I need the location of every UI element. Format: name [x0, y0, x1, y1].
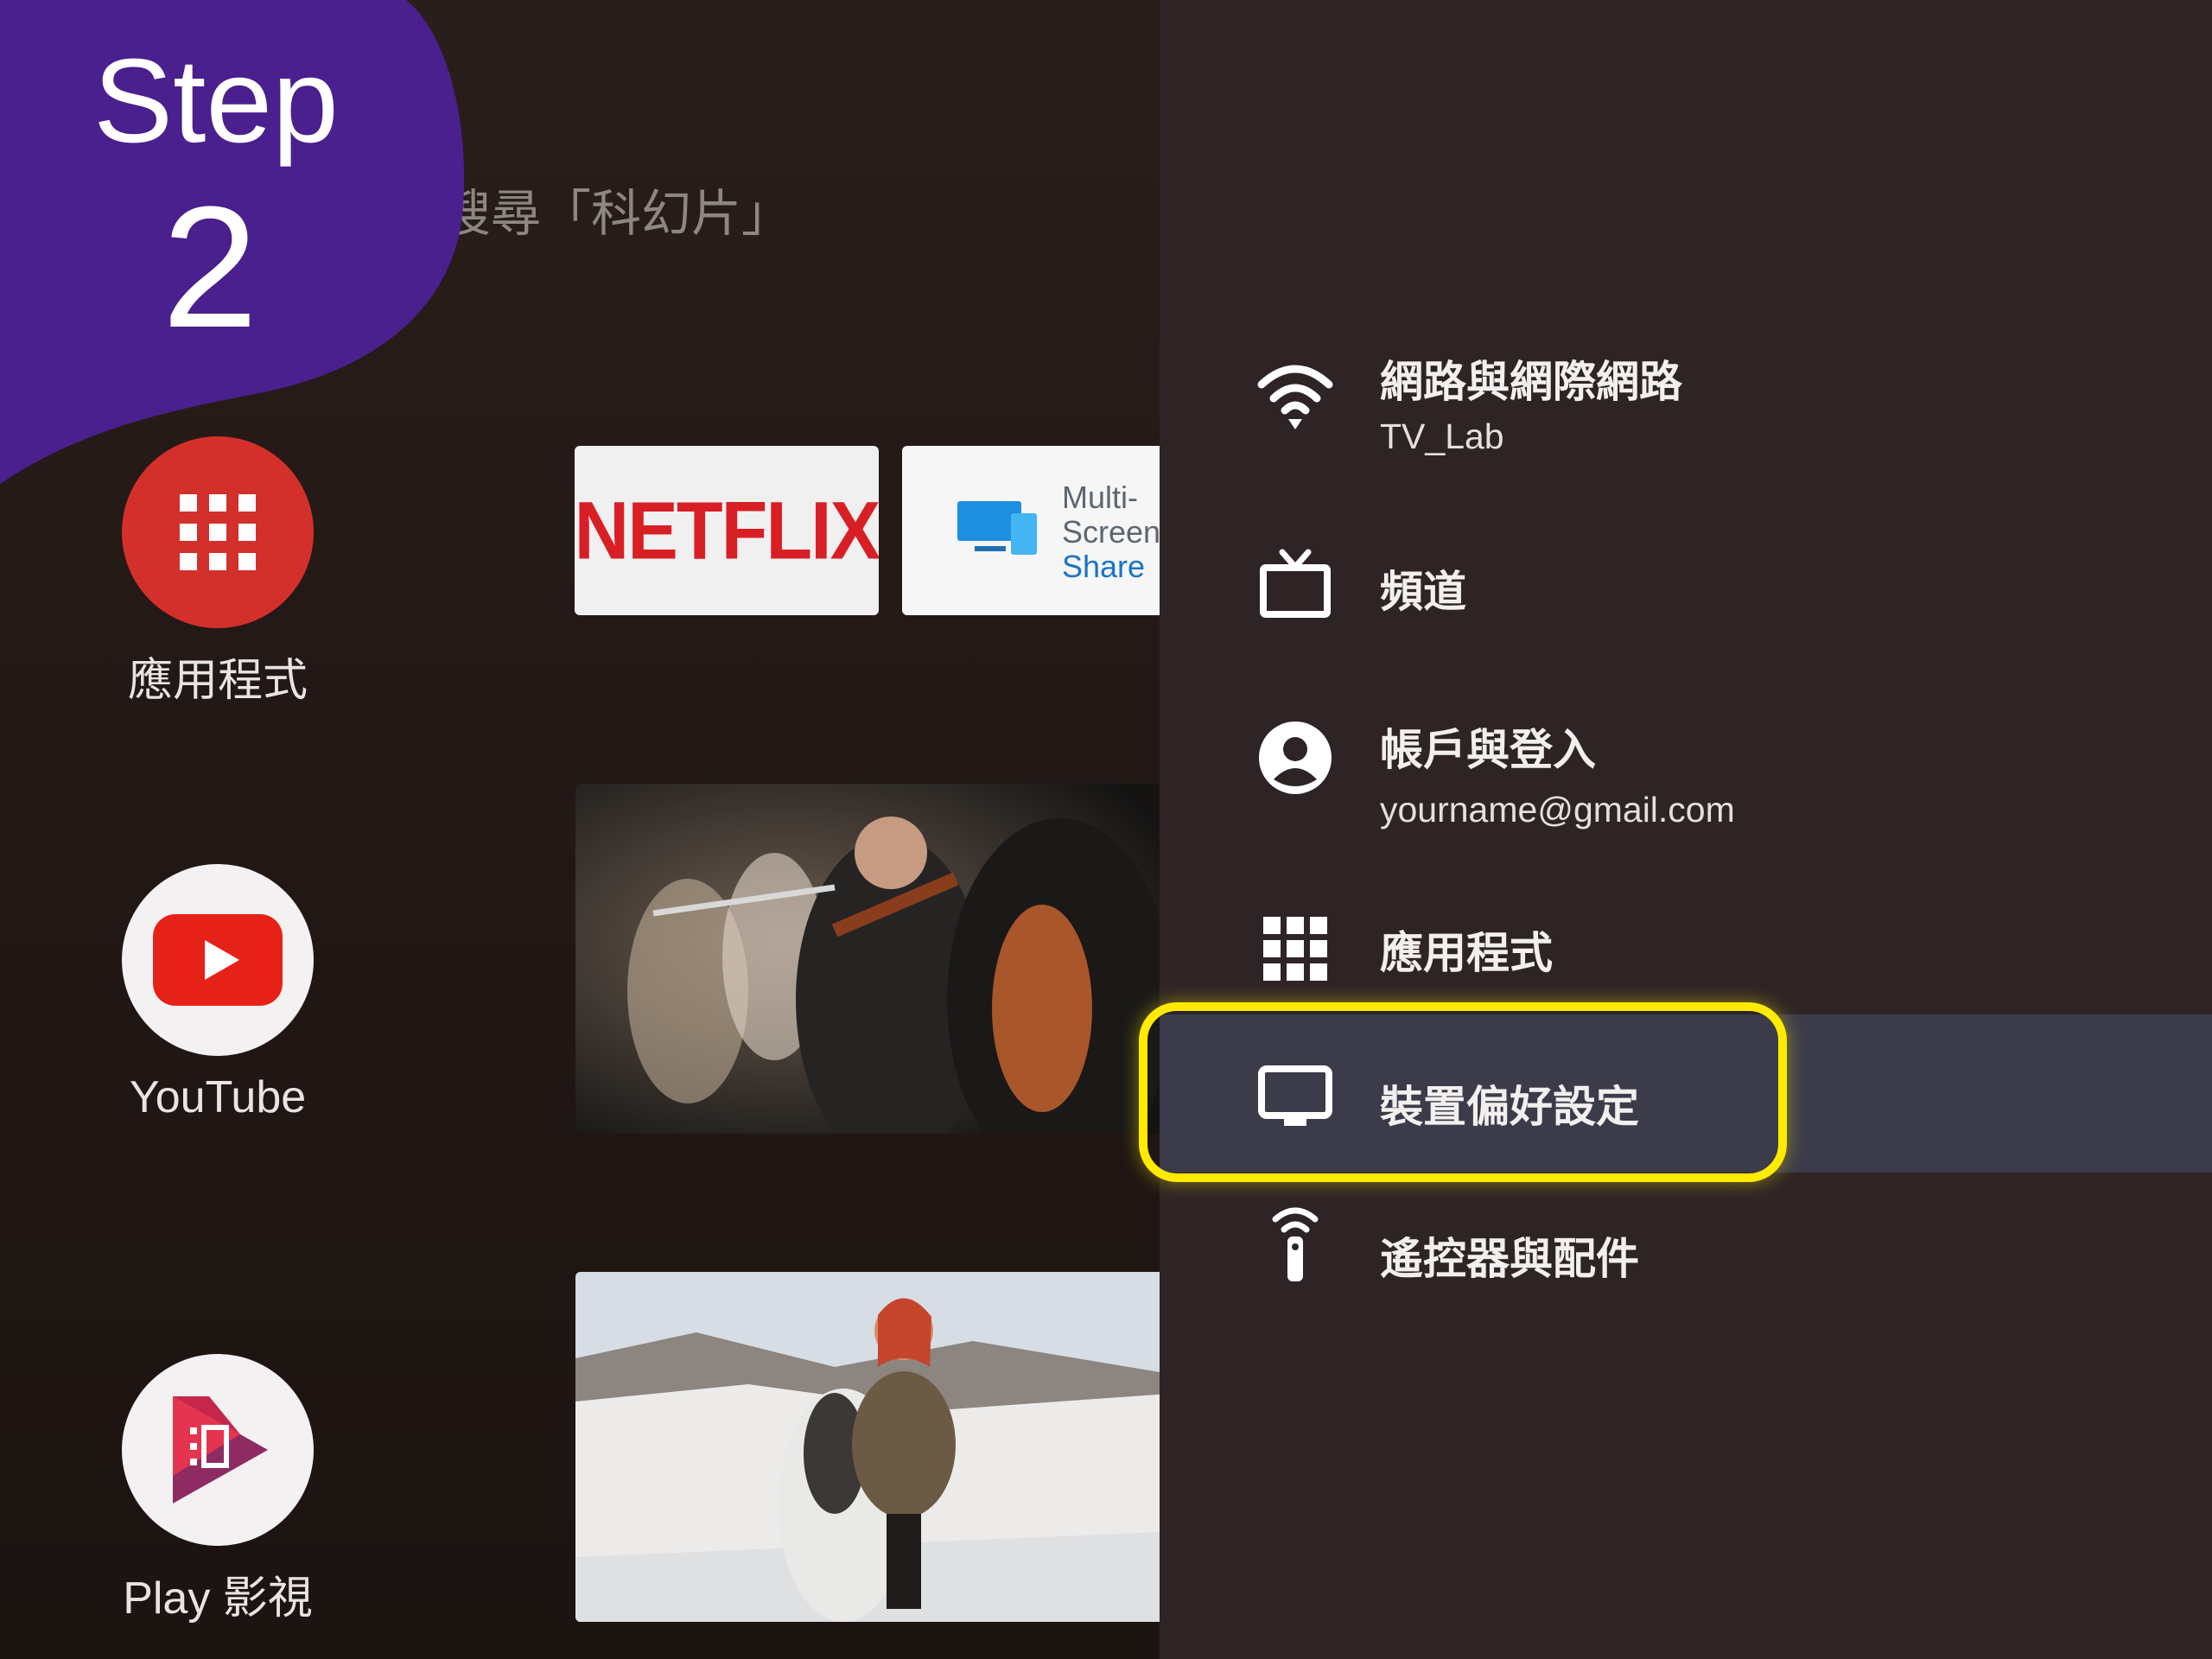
multi-screen-share-text: Multi- Screen Share — [1062, 480, 1160, 584]
settings-item-title: 應用程式 — [1380, 928, 1553, 978]
apps-grid-icon — [180, 494, 256, 570]
remote-icon — [1272, 1207, 1319, 1281]
play-movies-button[interactable]: Play 影視 — [118, 1354, 317, 1626]
orchestra-thumbnail[interactable] — [575, 784, 1160, 1134]
account-icon — [1259, 721, 1332, 794]
settings-item-channels[interactable]: 頻道 — [1160, 540, 2212, 635]
play-movies-circle — [122, 1354, 314, 1546]
screens-icon — [957, 501, 1037, 555]
mss-line-2: Screen — [1062, 514, 1160, 550]
play-movies-label: Play 影視 — [123, 1573, 313, 1624]
settings-item-title: 網路與網際網路 — [1380, 357, 1682, 407]
settings-item-title: 遙控器與配件 — [1380, 1234, 1639, 1284]
rider-thumbnail[interactable] — [575, 1272, 1160, 1622]
highlight-ring — [1139, 1002, 1787, 1182]
tv-icon — [1260, 549, 1331, 618]
settings-item-network[interactable]: 網路與網際網路 TV_Lab — [1160, 337, 2212, 475]
step-label: Step — [93, 35, 339, 168]
apps-label: 應用程式 — [127, 656, 308, 706]
search-hint[interactable]: 搜尋「科幻片」 — [441, 173, 791, 245]
rider-image — [575, 1272, 1160, 1622]
mss-line-1: Multi- — [1062, 480, 1138, 515]
youtube-icon — [153, 914, 283, 1006]
settings-item-apps[interactable]: 應用程式 — [1160, 903, 2212, 998]
netflix-logo: NETFLIX — [575, 484, 879, 576]
step-number: 2 — [162, 171, 258, 364]
settings-item-subtitle: yourname@gmail.com — [1380, 790, 1735, 830]
settings-item-title: 帳戶與登入 — [1380, 725, 1596, 775]
play-movies-icon — [173, 1396, 268, 1503]
settings-item-subtitle: TV_Lab — [1380, 416, 1504, 456]
home-screen: 搜尋「科幻片」 應用程式 YouTube Play 影視 NETFLIX Mul… — [0, 0, 1160, 1659]
youtube-label: YouTube — [129, 1072, 307, 1122]
youtube-button[interactable]: YouTube — [118, 864, 317, 1123]
wifi-icon — [1257, 365, 1333, 429]
settings-item-remotes[interactable]: 遙控器與配件 — [1160, 1204, 2212, 1299]
youtube-circle — [122, 864, 314, 1056]
mss-line-3: Share — [1062, 549, 1146, 584]
multi-screen-share-tile[interactable]: Multi- Screen Share — [902, 446, 1160, 615]
orchestra-image — [575, 784, 1160, 1134]
netflix-tile[interactable]: NETFLIX — [575, 446, 879, 615]
settings-item-account[interactable]: 帳戶與登入 yourname@gmail.com — [1160, 709, 2212, 847]
settings-item-title: 頻道 — [1380, 567, 1466, 617]
apps-grid-icon — [1263, 917, 1327, 981]
